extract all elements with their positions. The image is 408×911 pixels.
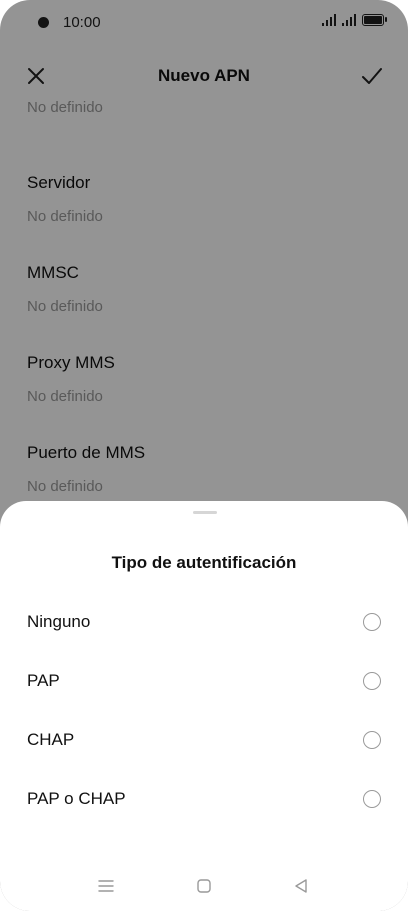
option-pap[interactable]: PAP [0, 662, 408, 702]
option-label: PAP o CHAP [27, 789, 126, 808]
navigation-bar [0, 871, 408, 901]
phone-frame: 10:00 Nuevo APN No definido Servidor No … [0, 0, 408, 911]
option-label: CHAP [27, 730, 75, 749]
radio-button[interactable] [363, 672, 381, 690]
option-chap[interactable]: CHAP [0, 721, 408, 761]
option-label: Ninguno [27, 612, 91, 631]
menu-icon[interactable] [97, 877, 115, 895]
option-pap-o-chap[interactable]: PAP o CHAP [0, 780, 408, 820]
option-ninguno[interactable]: Ninguno [0, 603, 408, 643]
radio-button[interactable] [363, 790, 381, 808]
sheet-title: Tipo de autentificación [111, 553, 297, 572]
radio-button[interactable] [363, 613, 381, 631]
option-label: PAP [27, 671, 60, 690]
auth-type-sheet: Tipo de autentificación Ninguno PAP CHAP… [0, 501, 408, 911]
back-icon[interactable] [292, 877, 310, 895]
sheet-drag-handle[interactable] [193, 511, 217, 514]
radio-button[interactable] [363, 731, 381, 749]
home-icon[interactable] [195, 877, 213, 895]
